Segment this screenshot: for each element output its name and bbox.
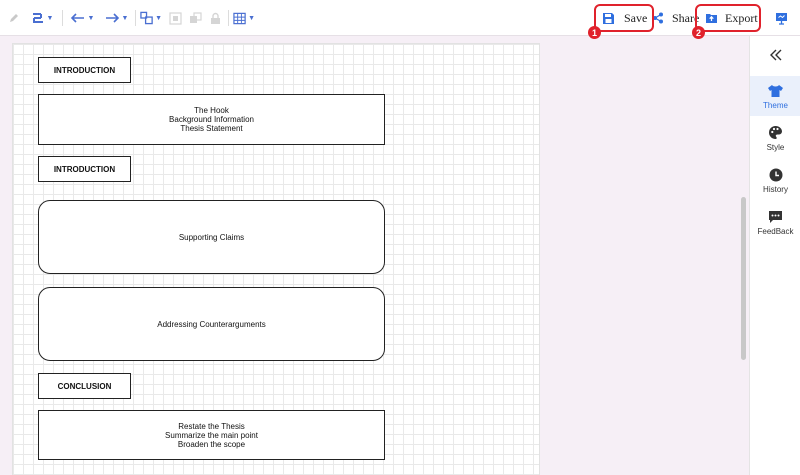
diagram-box[interactable]: INTRODUCTION: [38, 156, 131, 182]
chevron-down-icon: ▼: [248, 14, 255, 22]
diagram-box[interactable]: The Hook Background Information Thesis S…: [38, 94, 385, 145]
palette-icon: [769, 126, 782, 139]
panel-item-theme[interactable]: Theme: [750, 76, 800, 116]
right-panel: Theme Style History FeedBack: [749, 36, 800, 475]
export-highlight: [695, 4, 761, 32]
panel-item-label: History: [763, 184, 788, 194]
present-icon: [775, 12, 787, 25]
arrow-right-icon: [105, 13, 119, 23]
panel-item-style[interactable]: Style: [750, 118, 800, 158]
chevron-down-icon: ▼: [155, 14, 162, 22]
present-button[interactable]: [772, 8, 790, 28]
lock-icon[interactable]: [206, 8, 224, 28]
diagram-box[interactable]: CONCLUSION: [38, 373, 131, 399]
panel-item-label: Theme: [763, 100, 788, 110]
diagram-canvas[interactable]: INTRODUCTION The Hook Background Informa…: [12, 43, 540, 475]
panel-item-label: Style: [766, 142, 785, 152]
panel-item-history[interactable]: History: [750, 160, 800, 200]
group-icon[interactable]: [166, 8, 184, 28]
table-button[interactable]: ▼: [233, 8, 255, 28]
diagram-box[interactable]: Addressing Counterarguments: [38, 287, 385, 361]
table-icon: [233, 12, 246, 24]
arrow-left-icon: [70, 13, 84, 23]
panel-item-feedback[interactable]: FeedBack: [750, 202, 800, 242]
chevron-down-icon: ▼: [121, 14, 129, 22]
arrow-right-button[interactable]: ▼: [102, 8, 130, 28]
step-badge-1: 1: [588, 26, 601, 39]
toolbar-divider: [62, 10, 63, 26]
feedback-icon: [769, 210, 782, 223]
resize-icon: [140, 11, 153, 25]
panel-item-label: FeedBack: [757, 226, 794, 236]
ungroup-icon[interactable]: [186, 8, 204, 28]
diagram-box[interactable]: Restate the Thesis Summarize the main po…: [38, 410, 385, 460]
toolbar: ▼ ▼ ▼ ▼ ▼ Save Share Export: [0, 0, 800, 36]
diagram-box[interactable]: INTRODUCTION: [38, 57, 131, 83]
line-style-button[interactable]: ▼: [29, 8, 55, 28]
save-highlight: [594, 4, 654, 32]
line-style-icon: [32, 13, 43, 23]
shirt-icon: [768, 84, 783, 97]
collapse-panel-button[interactable]: [750, 44, 800, 66]
toolbar-divider: [228, 10, 229, 26]
share-button[interactable]: Share: [652, 7, 699, 29]
double-chevron-left-icon: [769, 49, 781, 61]
chevron-down-icon: ▼: [87, 14, 95, 22]
resize-button[interactable]: ▼: [140, 8, 162, 28]
step-badge-2: 2: [692, 26, 705, 39]
chevron-down-icon: ▼: [46, 14, 54, 22]
scrollbar-thumb[interactable]: [741, 197, 746, 360]
clock-icon: [769, 168, 782, 181]
diagram-box[interactable]: Supporting Claims: [38, 200, 385, 274]
arrow-left-button[interactable]: ▼: [68, 8, 96, 28]
toolbar-divider: [135, 10, 136, 26]
pencil-icon[interactable]: [6, 8, 22, 28]
